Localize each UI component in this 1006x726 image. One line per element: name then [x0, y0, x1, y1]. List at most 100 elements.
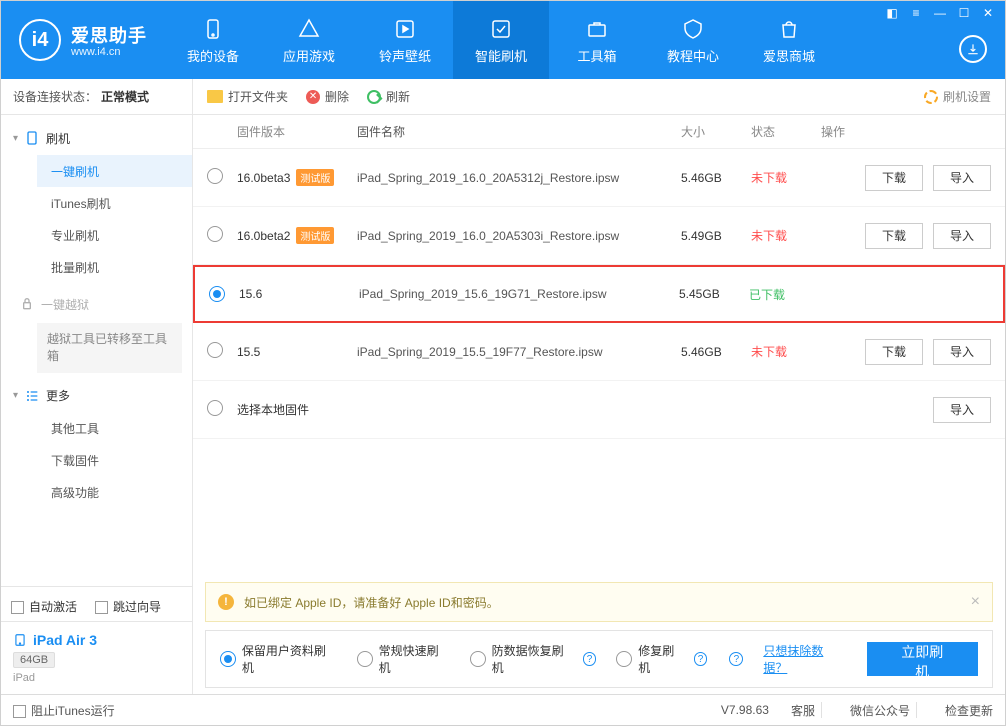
- firmware-row[interactable]: 15.5 iPad_Spring_2019_15.5_19F77_Restore.…: [193, 323, 1005, 381]
- side-note: 越狱工具已转移至工具箱: [37, 323, 182, 373]
- nav-6[interactable]: 爱思商城: [741, 1, 837, 79]
- menu-icon[interactable]: ≡: [905, 5, 927, 21]
- check-update-link[interactable]: 检查更新: [945, 702, 993, 719]
- nav-icon: [296, 16, 322, 42]
- firmware-name: iPad_Spring_2019_16.0_20A5303i_Restore.i…: [357, 229, 681, 243]
- firmware-version: 16.0beta3: [237, 171, 290, 185]
- beta-tag: 测试版: [296, 169, 334, 186]
- side-group-2[interactable]: ▾更多: [1, 379, 192, 413]
- refresh-button[interactable]: 刷新: [367, 88, 410, 105]
- help-icon[interactable]: ?: [694, 652, 708, 666]
- download-button[interactable]: 下载: [865, 223, 923, 249]
- wechat-link[interactable]: 微信公众号: [850, 702, 910, 719]
- nav-0[interactable]: 我的设备: [165, 1, 261, 79]
- connection-label: 设备连接状态：: [13, 88, 97, 105]
- import-button[interactable]: 导入: [933, 223, 991, 249]
- firmware-row[interactable]: 15.6 iPad_Spring_2019_15.6_19G71_Restore.…: [193, 265, 1005, 323]
- apple-id-alert: ! 如已绑定 Apple ID，请准备好 Apple ID和密码。 ×: [205, 582, 993, 622]
- close-icon[interactable]: ✕: [977, 5, 999, 21]
- side-item[interactable]: iTunes刷机: [37, 187, 192, 219]
- erase-only-link[interactable]: 只想抹除数据？: [763, 642, 846, 676]
- flash-option[interactable]: 常规快速刷机: [357, 642, 450, 676]
- import-button[interactable]: 导入: [933, 339, 991, 365]
- window-controls: ◧ ≡ — ☐ ✕: [881, 5, 999, 21]
- flash-option[interactable]: 防数据恢复刷机?: [470, 642, 597, 676]
- group-icon: [24, 130, 40, 146]
- flash-now-button[interactable]: 立即刷机: [867, 642, 978, 676]
- maximize-icon[interactable]: ☐: [953, 5, 975, 21]
- help-icon[interactable]: ?: [583, 652, 597, 666]
- side-item[interactable]: 专业刷机: [37, 219, 192, 251]
- group-icon: [19, 296, 35, 312]
- delete-button[interactable]: ✕删除: [306, 88, 349, 105]
- col-status: 状态: [751, 123, 821, 140]
- auto-activate-check[interactable]: 自动激活: [11, 598, 77, 615]
- download-indicator-icon[interactable]: [959, 35, 987, 63]
- row-radio[interactable]: [207, 226, 223, 242]
- side-group-1[interactable]: 一键越狱: [1, 287, 192, 321]
- firmware-name: iPad_Spring_2019_15.6_19G71_Restore.ipsw: [359, 287, 679, 301]
- firmware-version: 15.6: [239, 287, 262, 301]
- flash-settings-button[interactable]: 刷机设置: [924, 88, 991, 105]
- side-item[interactable]: 批量刷机: [37, 251, 192, 283]
- col-version: 固件版本: [237, 123, 357, 140]
- device-name[interactable]: iPad Air 3: [13, 632, 180, 648]
- nav-icon: [584, 16, 610, 42]
- firmware-row[interactable]: 16.0beta2测试版iPad_Spring_2019_16.0_20A530…: [193, 207, 1005, 265]
- side-item[interactable]: 下载固件: [37, 445, 192, 477]
- nav-3[interactable]: 智能刷机: [453, 1, 549, 79]
- block-itunes-check[interactable]: 阻止iTunes运行: [13, 702, 115, 719]
- flash-option[interactable]: 保留用户资料刷机: [220, 642, 337, 676]
- firmware-name: iPad_Spring_2019_16.0_20A5312j_Restore.i…: [357, 171, 681, 185]
- sidebar-tree: ▾刷机一键刷机iTunes刷机专业刷机批量刷机一键越狱越狱工具已转移至工具箱 ▾更…: [1, 115, 192, 586]
- import-button[interactable]: 导入: [933, 397, 991, 423]
- device-capacity: 64GB: [13, 652, 55, 668]
- help-icon[interactable]: ?: [729, 652, 743, 666]
- firmware-version: 15.5: [237, 345, 260, 359]
- side-item[interactable]: 其他工具: [37, 413, 192, 445]
- side-group-0[interactable]: ▾刷机: [1, 121, 192, 155]
- nav-4[interactable]: 工具箱: [549, 1, 645, 79]
- nav-icon: [200, 16, 226, 42]
- option-radio[interactable]: [357, 651, 373, 667]
- nav-icon: [392, 16, 418, 42]
- side-item[interactable]: 高级功能: [37, 477, 192, 509]
- nav-2[interactable]: 铃声壁纸: [357, 1, 453, 79]
- folder-icon: [207, 90, 223, 103]
- connection-value: 正常模式: [101, 88, 149, 105]
- option-radio[interactable]: [470, 651, 486, 667]
- row-radio[interactable]: [209, 286, 225, 302]
- local-firmware-row[interactable]: 选择本地固件导入: [193, 381, 1005, 439]
- row-radio[interactable]: [207, 342, 223, 358]
- option-radio[interactable]: [220, 651, 236, 667]
- app-url: www.i4.cn: [71, 46, 147, 58]
- side-item[interactable]: 一键刷机: [37, 155, 192, 187]
- table-header: 固件版本 固件名称 大小 状态 操作: [193, 115, 1005, 149]
- flash-option[interactable]: 修复刷机?: [616, 642, 707, 676]
- alert-close-icon[interactable]: ×: [971, 593, 980, 611]
- skip-guide-check[interactable]: 跳过向导: [95, 598, 161, 615]
- firmware-status: 未下载: [751, 169, 821, 186]
- download-button[interactable]: 下载: [865, 339, 923, 365]
- device-info: iPad Air 3 64GB iPad: [1, 621, 192, 694]
- firmware-name: iPad_Spring_2019_15.5_19F77_Restore.ipsw: [357, 345, 681, 359]
- import-button[interactable]: 导入: [933, 165, 991, 191]
- chevron-icon: ▾: [13, 390, 18, 401]
- delete-icon: ✕: [306, 90, 320, 104]
- device-type: iPad: [13, 672, 180, 684]
- group-icon: [24, 388, 40, 404]
- minimize-icon[interactable]: —: [929, 5, 951, 21]
- option-radio[interactable]: [616, 651, 632, 667]
- row-radio[interactable]: [207, 400, 223, 416]
- customer-service-link[interactable]: 客服: [791, 702, 815, 719]
- nav-1[interactable]: 应用游戏: [261, 1, 357, 79]
- open-folder-button[interactable]: 打开文件夹: [207, 88, 288, 105]
- skin-icon[interactable]: ◧: [881, 5, 903, 21]
- nav-5[interactable]: 教程中心: [645, 1, 741, 79]
- row-radio[interactable]: [207, 168, 223, 184]
- download-button[interactable]: 下载: [865, 165, 923, 191]
- connection-status: 设备连接状态： 正常模式: [1, 79, 192, 115]
- sidebar-checks: 自动激活 跳过向导: [1, 586, 192, 621]
- gear-icon: [924, 90, 938, 104]
- firmware-row[interactable]: 16.0beta3 测试版 iPad_Spring_2019_16.0_20A531…: [193, 149, 1005, 207]
